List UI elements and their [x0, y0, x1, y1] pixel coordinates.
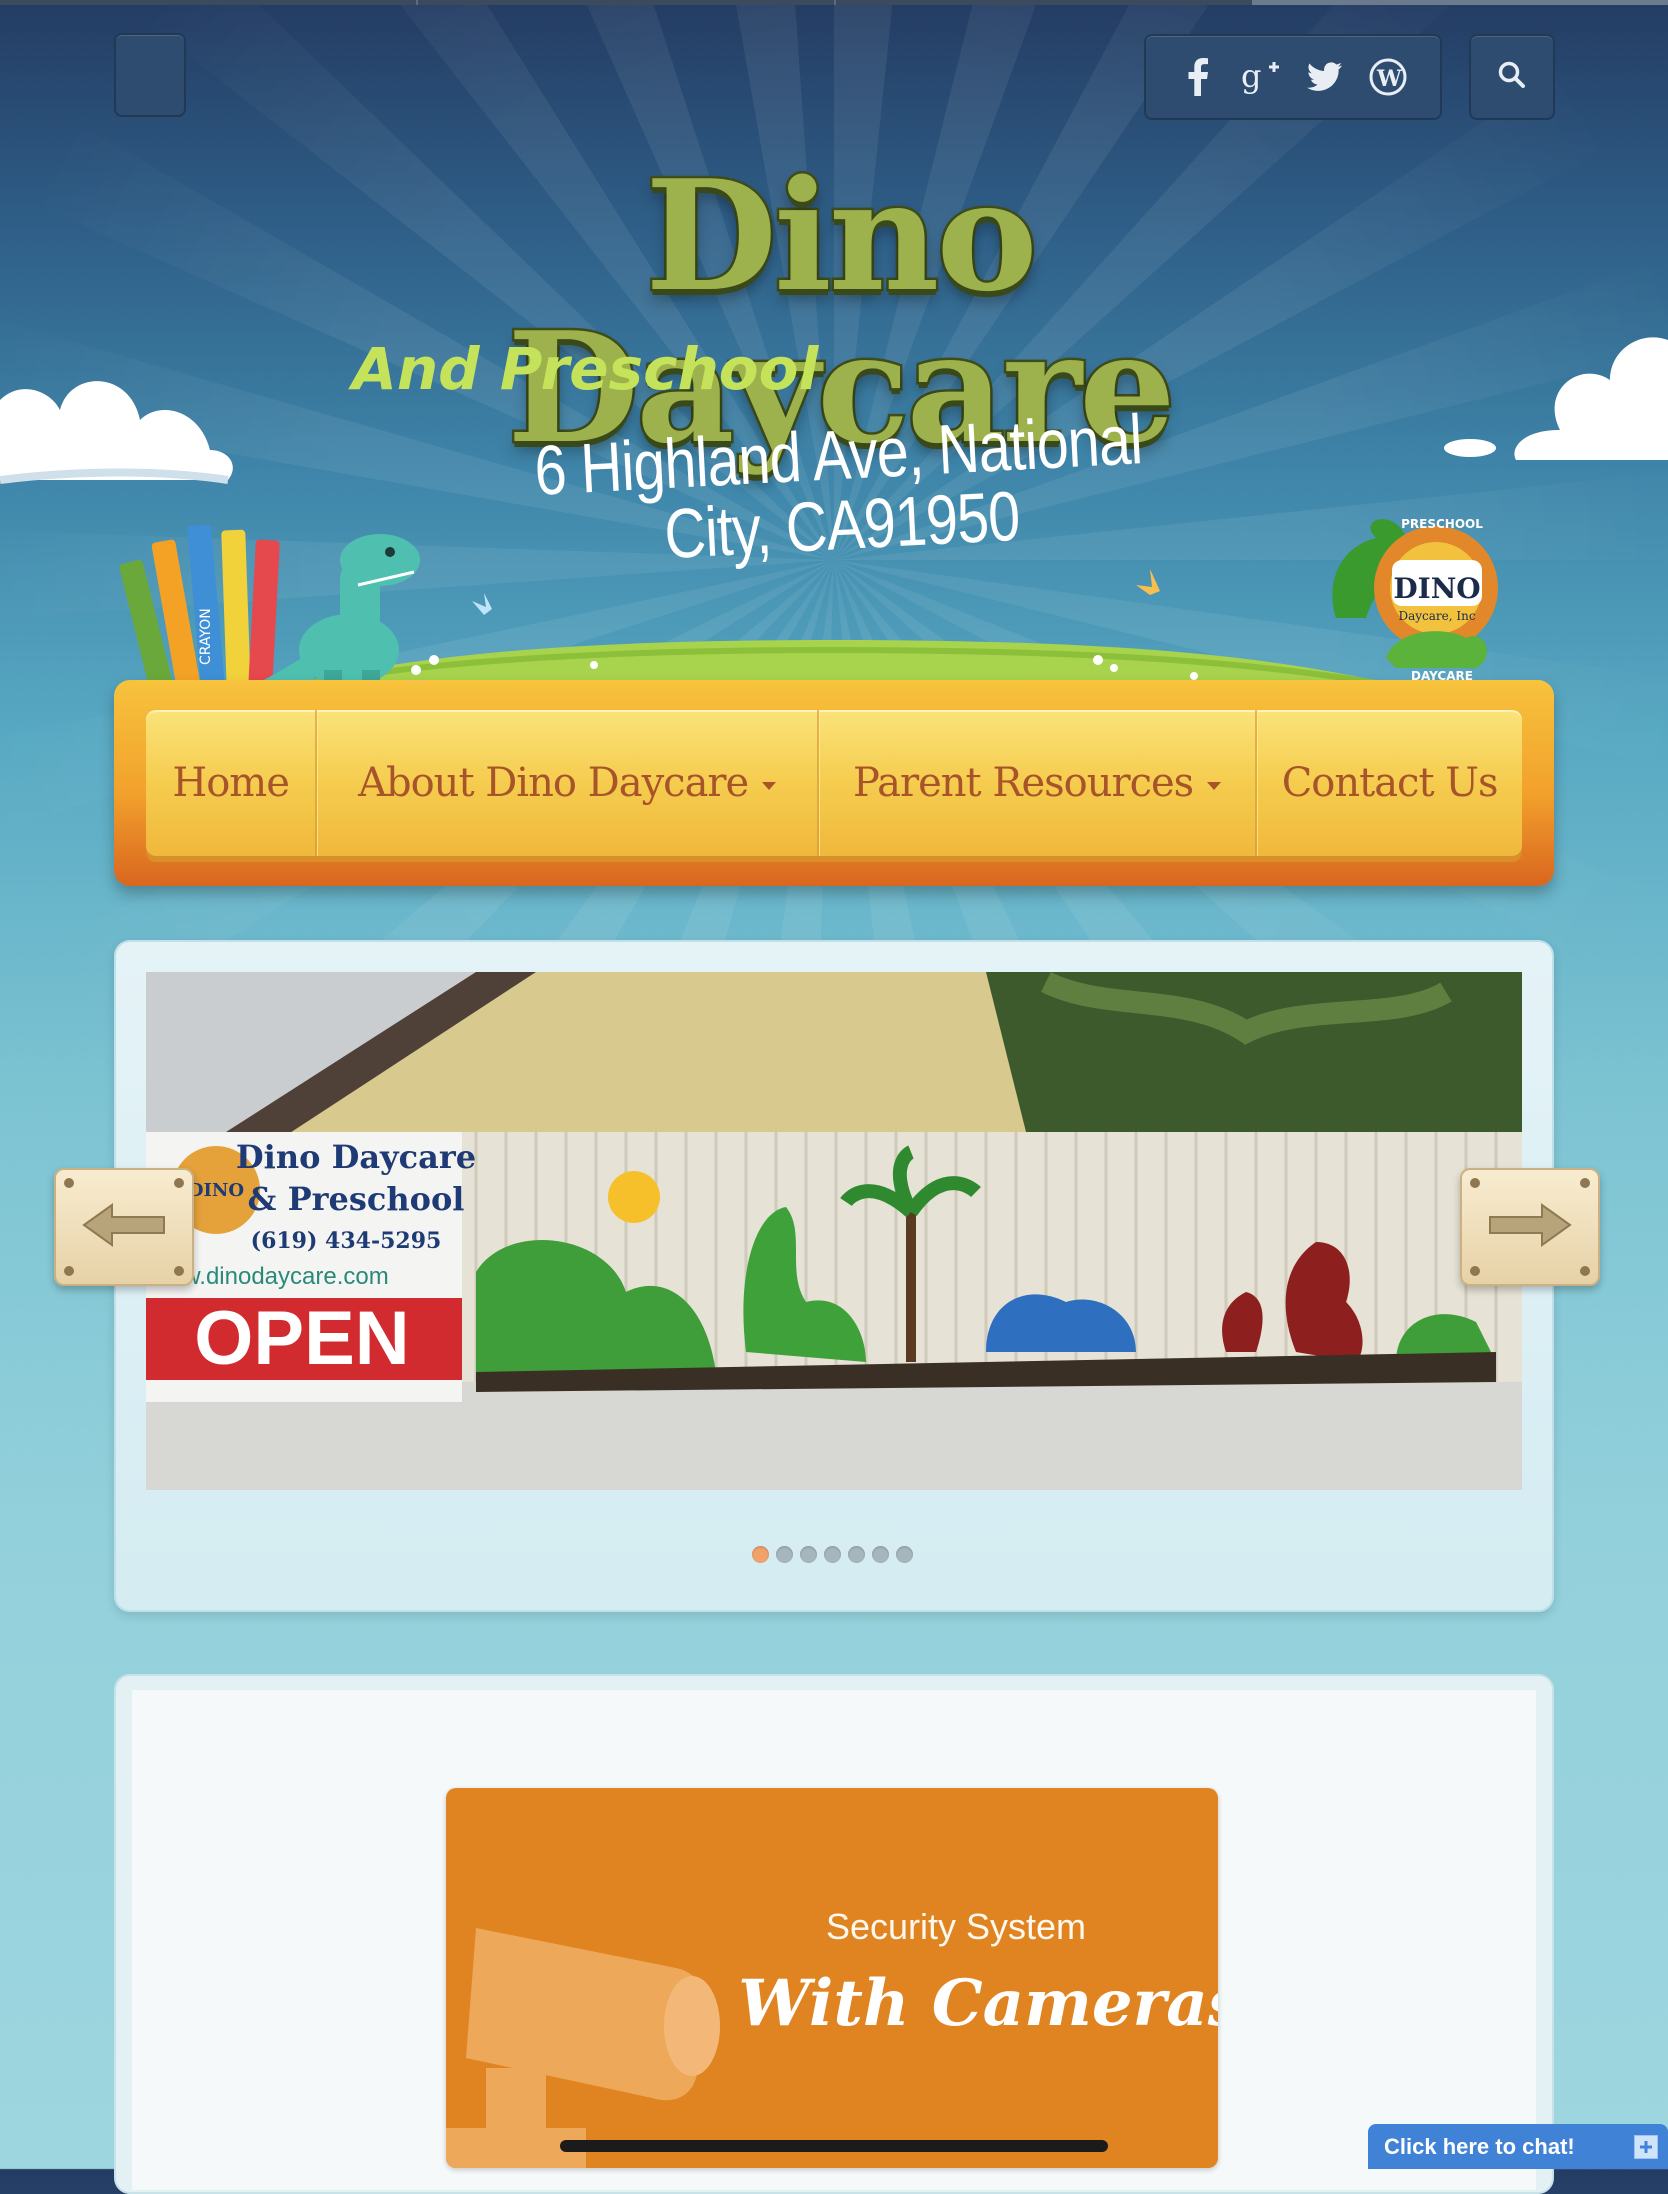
- expand-icon[interactable]: [1634, 2134, 1658, 2159]
- nav-item-parent-resources[interactable]: Parent Resources: [819, 710, 1258, 856]
- search-icon: [1497, 60, 1527, 94]
- nav-item-label: Home: [172, 760, 290, 806]
- svg-text:Dino Daycare: Dino Daycare: [236, 1138, 476, 1176]
- chevron-down-icon: [1207, 782, 1222, 790]
- svg-text:(619) 434-5295: (619) 434-5295: [251, 1228, 442, 1254]
- svg-text:DINO: DINO: [1393, 572, 1480, 605]
- social-links-bar: g W: [1144, 34, 1442, 120]
- nav-item-contact[interactable]: Contact Us: [1257, 710, 1522, 856]
- arrow-right-icon: [1488, 1203, 1572, 1251]
- dino-badge-logo: DINO Daycare, Inc PRESCHOOL DAYCARE: [1332, 517, 1498, 683]
- nav-item-about[interactable]: About Dino Daycare: [317, 710, 820, 856]
- feature-title: Security System: [825, 1906, 1087, 1947]
- chat-label: Click here to chat!: [1384, 2133, 1575, 2159]
- nav-item-label: About Dino Daycare: [358, 760, 749, 806]
- wordpress-icon[interactable]: W: [1368, 57, 1408, 97]
- slider-dot[interactable]: [800, 1546, 817, 1563]
- chat-widget[interactable]: Click here to chat!: [1368, 2124, 1668, 2169]
- slider-dot[interactable]: [872, 1546, 889, 1563]
- slider-dot[interactable]: [896, 1546, 913, 1563]
- google-plus-icon[interactable]: g: [1241, 57, 1281, 97]
- slider-next-button[interactable]: [1460, 1168, 1600, 1286]
- slider-dot[interactable]: [824, 1546, 841, 1563]
- main-navigation: Home About Dino Daycare Parent Resources…: [114, 680, 1554, 886]
- search-button[interactable]: [1469, 34, 1555, 120]
- home-indicator: [560, 2140, 1108, 2152]
- slider-dot[interactable]: [752, 1546, 769, 1563]
- cloud-right: [1444, 337, 1668, 460]
- svg-text:DINO: DINO: [188, 1180, 244, 1201]
- nav-item-label: Contact Us: [1281, 760, 1499, 806]
- slider-prev-button[interactable]: [54, 1168, 194, 1286]
- facebook-icon[interactable]: [1178, 57, 1218, 97]
- nav-item-home[interactable]: Home: [146, 710, 318, 856]
- slider-dot[interactable]: [848, 1546, 865, 1563]
- chevron-down-icon: [762, 782, 777, 790]
- feature-subtitle: With Cameras: [738, 1966, 1218, 2041]
- slider-dot[interactable]: [776, 1546, 793, 1563]
- svg-text:OPEN: OPEN: [194, 1296, 409, 1381]
- crayons-graphic: CRAYON: [119, 524, 280, 690]
- site-subtitle: And Preschool: [352, 335, 819, 403]
- svg-text:w.dinodaycare.com: w.dinodaycare.com: [182, 1263, 388, 1290]
- svg-text:PRESCHOOL: PRESCHOOL: [1401, 517, 1483, 531]
- slide-image[interactable]: DINO Dino Daycare & Preschool (619) 434-…: [146, 972, 1522, 1490]
- svg-text:Daycare, Inc: Daycare, Inc: [1398, 609, 1475, 623]
- svg-text:W: W: [1376, 66, 1402, 92]
- slider-pagination: [752, 1546, 913, 1563]
- twitter-icon[interactable]: [1305, 57, 1345, 97]
- crayon-label: CRAYON: [198, 608, 214, 665]
- nav-item-label: Parent Resources: [853, 760, 1194, 806]
- menu-toggle-button[interactable]: [114, 33, 186, 117]
- arrow-left-icon: [82, 1203, 166, 1251]
- feature-card-security[interactable]: Security System With Cameras: [446, 1788, 1218, 2168]
- slide-banner: DINO Dino Daycare & Preschool (619) 434-…: [146, 1132, 476, 1402]
- top-stripe: [0, 0, 1668, 5]
- svg-text:g: g: [1241, 59, 1261, 95]
- svg-text:& Preschool: & Preschool: [248, 1180, 465, 1218]
- cloud-left: [0, 381, 233, 484]
